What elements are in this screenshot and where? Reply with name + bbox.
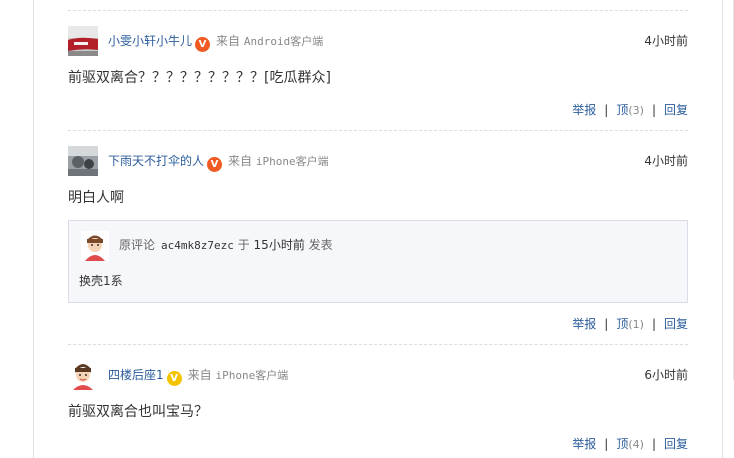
action-divider: |: [604, 317, 609, 331]
avatar[interactable]: [68, 26, 98, 56]
username-link[interactable]: 小雯小轩小牛儿: [108, 34, 192, 48]
avatar[interactable]: [68, 146, 98, 176]
action-divider: |: [651, 317, 656, 331]
quote-header: 原评论 ac4mk8z7ezc 于 15小时前 发表: [119, 237, 333, 254]
client-label: iPhone客户端: [255, 155, 329, 168]
upvote-link[interactable]: 顶(1): [616, 317, 644, 331]
action-divider: |: [604, 437, 609, 451]
upvote-count: (4): [628, 438, 644, 451]
from-label: 来自: [228, 154, 253, 168]
upvote-count: (3): [628, 104, 644, 117]
upvote-label: 顶: [616, 103, 629, 117]
car-photo-avatar-icon: [68, 26, 98, 56]
action-divider: |: [651, 437, 656, 451]
upvote-label: 顶: [616, 317, 629, 331]
comment-actions: 举报 | 顶(4) | 回复: [572, 436, 688, 453]
cartoon-avatar-icon: [68, 360, 98, 390]
from-label: 来自: [187, 368, 212, 382]
client-label: iPhone客户端: [215, 369, 289, 382]
quote-text: 换壳1系: [79, 274, 123, 288]
avatar[interactable]: [68, 360, 98, 390]
comment-user-line: 四楼后座1 V 来自 iPhone客户端: [108, 367, 288, 386]
report-link[interactable]: 举报: [572, 103, 596, 117]
upvote-count: (1): [628, 318, 644, 331]
verified-icon: V: [166, 371, 182, 386]
verified-icon: V: [195, 37, 211, 52]
quote-time: 15小时前: [253, 238, 305, 252]
comment-time: 4小时前: [644, 34, 688, 48]
comment-content: 前驱双离合也叫宝马？: [68, 404, 208, 420]
comment-actions: 举报 | 顶(1) | 回复: [572, 316, 688, 333]
comment-content: 明白人啊: [68, 190, 124, 206]
quote-username[interactable]: ac4mk8z7ezc: [161, 239, 234, 252]
comment-time: 6小时前: [644, 368, 688, 382]
action-divider: |: [604, 103, 609, 117]
report-link[interactable]: 举报: [572, 317, 596, 331]
upvote-link[interactable]: 顶(4): [616, 437, 644, 451]
from-label: 来自: [216, 34, 241, 48]
client-label: Android客户端: [243, 35, 324, 48]
username-link[interactable]: 下雨天不打伞的人: [108, 154, 204, 168]
quote-avatar[interactable]: [81, 231, 109, 261]
reply-link[interactable]: 回复: [664, 317, 688, 331]
page-frame-right: [722, 0, 723, 458]
report-link[interactable]: 举报: [572, 437, 596, 451]
comment-time: 4小时前: [644, 154, 688, 168]
upvote-label: 顶: [616, 437, 629, 451]
comment-content: 前驱双离合？？？？？？？？？[吃瓜群众]: [68, 70, 331, 86]
reply-link[interactable]: 回复: [664, 437, 688, 451]
action-divider: |: [651, 103, 656, 117]
quote-label: 原评论: [119, 238, 156, 252]
verified-icon: V: [207, 157, 223, 172]
photo-avatar-icon: [68, 146, 98, 176]
comment-actions: 举报 | 顶(3) | 回复: [572, 102, 688, 119]
page-frame-left: [33, 0, 34, 458]
quoted-comment: 原评论 ac4mk8z7ezc 于 15小时前 发表 换壳1系: [68, 220, 688, 303]
comment-separator: [68, 130, 688, 131]
comment-separator: [68, 10, 688, 11]
upvote-link[interactable]: 顶(3): [616, 103, 644, 117]
quote-verb: 发表: [308, 238, 333, 252]
username-link[interactable]: 四楼后座1: [108, 368, 164, 382]
comment-user-line: 下雨天不打伞的人 V 来自 iPhone客户端: [108, 153, 329, 172]
reply-link[interactable]: 回复: [664, 103, 688, 117]
quote-prep: 于: [237, 238, 250, 252]
comment-user-line: 小雯小轩小牛儿 V 来自 Android客户端: [108, 33, 323, 52]
comment-separator: [68, 344, 688, 345]
cartoon-avatar-icon: [81, 231, 109, 261]
